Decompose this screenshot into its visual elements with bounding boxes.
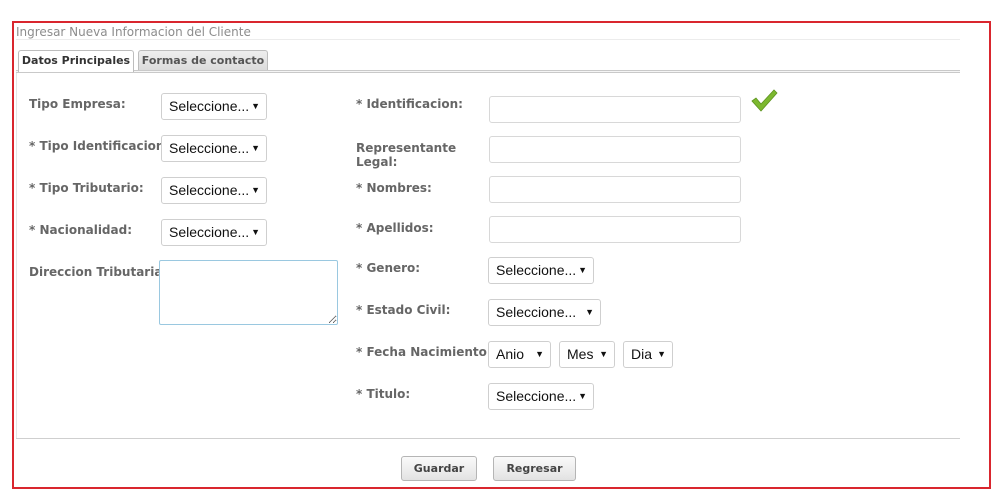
nombres-label: * Nombres: <box>356 181 432 195</box>
estado-civil-select[interactable]: Seleccione... ▼ <box>488 299 601 326</box>
nacionalidad-value: Seleccione... <box>169 224 250 240</box>
tipo-empresa-value: Seleccione... <box>169 98 250 114</box>
dropdown-arrow-icon: ▼ <box>599 349 608 359</box>
fecha-nacimiento-label: * Fecha Nacimiento: <box>356 345 492 359</box>
dropdown-arrow-icon: ▼ <box>535 349 544 359</box>
form-bottom-divider <box>16 438 960 439</box>
estado-civil-value: Seleccione... <box>496 304 577 320</box>
dropdown-arrow-icon: ▼ <box>585 307 594 317</box>
dropdown-arrow-icon: ▼ <box>251 143 260 153</box>
fecha-anio-select[interactable]: Anio ▼ <box>488 341 551 368</box>
dropdown-arrow-icon: ▼ <box>578 265 587 275</box>
representante-legal-label-line1: Representante <box>356 141 457 155</box>
fecha-mes-value: Mes <box>567 346 594 362</box>
titulo-value: Seleccione... <box>496 388 577 404</box>
nombres-input[interactable] <box>489 176 741 203</box>
guardar-button[interactable]: Guardar <box>401 456 477 481</box>
nacionalidad-label: * Nacionalidad: <box>29 223 133 237</box>
regresar-button[interactable]: Regresar <box>493 456 576 481</box>
tipo-empresa-label: Tipo Empresa: <box>29 97 126 111</box>
tab-datos-principales[interactable]: Datos Principales <box>18 50 134 72</box>
dropdown-arrow-icon: ▼ <box>578 391 587 401</box>
representante-legal-label: Representante Legal: <box>356 141 456 169</box>
identificacion-input[interactable] <box>489 96 741 123</box>
title-divider <box>16 39 960 40</box>
tipo-identificacion-label: * Tipo Identificacion: <box>29 139 170 153</box>
panel-title: Ingresar Nueva Informacion del Cliente <box>16 25 251 39</box>
dropdown-arrow-icon: ▼ <box>251 101 260 111</box>
fecha-anio-value: Anio <box>496 346 525 362</box>
apellidos-label: * Apellidos: <box>356 221 434 235</box>
representante-legal-input[interactable] <box>489 136 741 163</box>
checkmark-icon <box>751 89 778 112</box>
nacionalidad-select[interactable]: Seleccione... ▼ <box>161 219 267 246</box>
genero-label: * Genero: <box>356 261 421 275</box>
tipo-identificacion-select[interactable]: Seleccione... ▼ <box>161 135 267 162</box>
titulo-label: * Titulo: <box>356 387 411 401</box>
tipo-empresa-select[interactable]: Seleccione... ▼ <box>161 93 267 120</box>
genero-select[interactable]: Seleccione... ▼ <box>488 257 594 284</box>
tab-formas-de-contacto[interactable]: Formas de contacto <box>138 50 268 70</box>
tipo-tributario-value: Seleccione... <box>169 182 250 198</box>
estado-civil-label: * Estado Civil: <box>356 303 451 317</box>
fecha-dia-select[interactable]: Dia ▼ <box>623 341 673 368</box>
direccion-tributaria-label: Direccion Tributaria: <box>29 265 168 279</box>
titulo-select[interactable]: Seleccione... ▼ <box>488 383 594 410</box>
tipo-identificacion-value: Seleccione... <box>169 140 250 156</box>
apellidos-input[interactable] <box>489 216 741 243</box>
representante-legal-label-line2: Legal: <box>356 155 398 169</box>
tipo-tributario-label: * Tipo Tributario: <box>29 181 144 195</box>
fecha-mes-select[interactable]: Mes ▼ <box>559 341 615 368</box>
identificacion-label: * Identificacion: <box>356 97 463 111</box>
dropdown-arrow-icon: ▼ <box>251 227 260 237</box>
direccion-tributaria-textarea[interactable] <box>159 260 338 325</box>
genero-value: Seleccione... <box>496 262 577 278</box>
fecha-dia-value: Dia <box>631 346 653 362</box>
dropdown-arrow-icon: ▼ <box>657 349 666 359</box>
tipo-tributario-select[interactable]: Seleccione... ▼ <box>161 177 267 204</box>
dropdown-arrow-icon: ▼ <box>251 185 260 195</box>
